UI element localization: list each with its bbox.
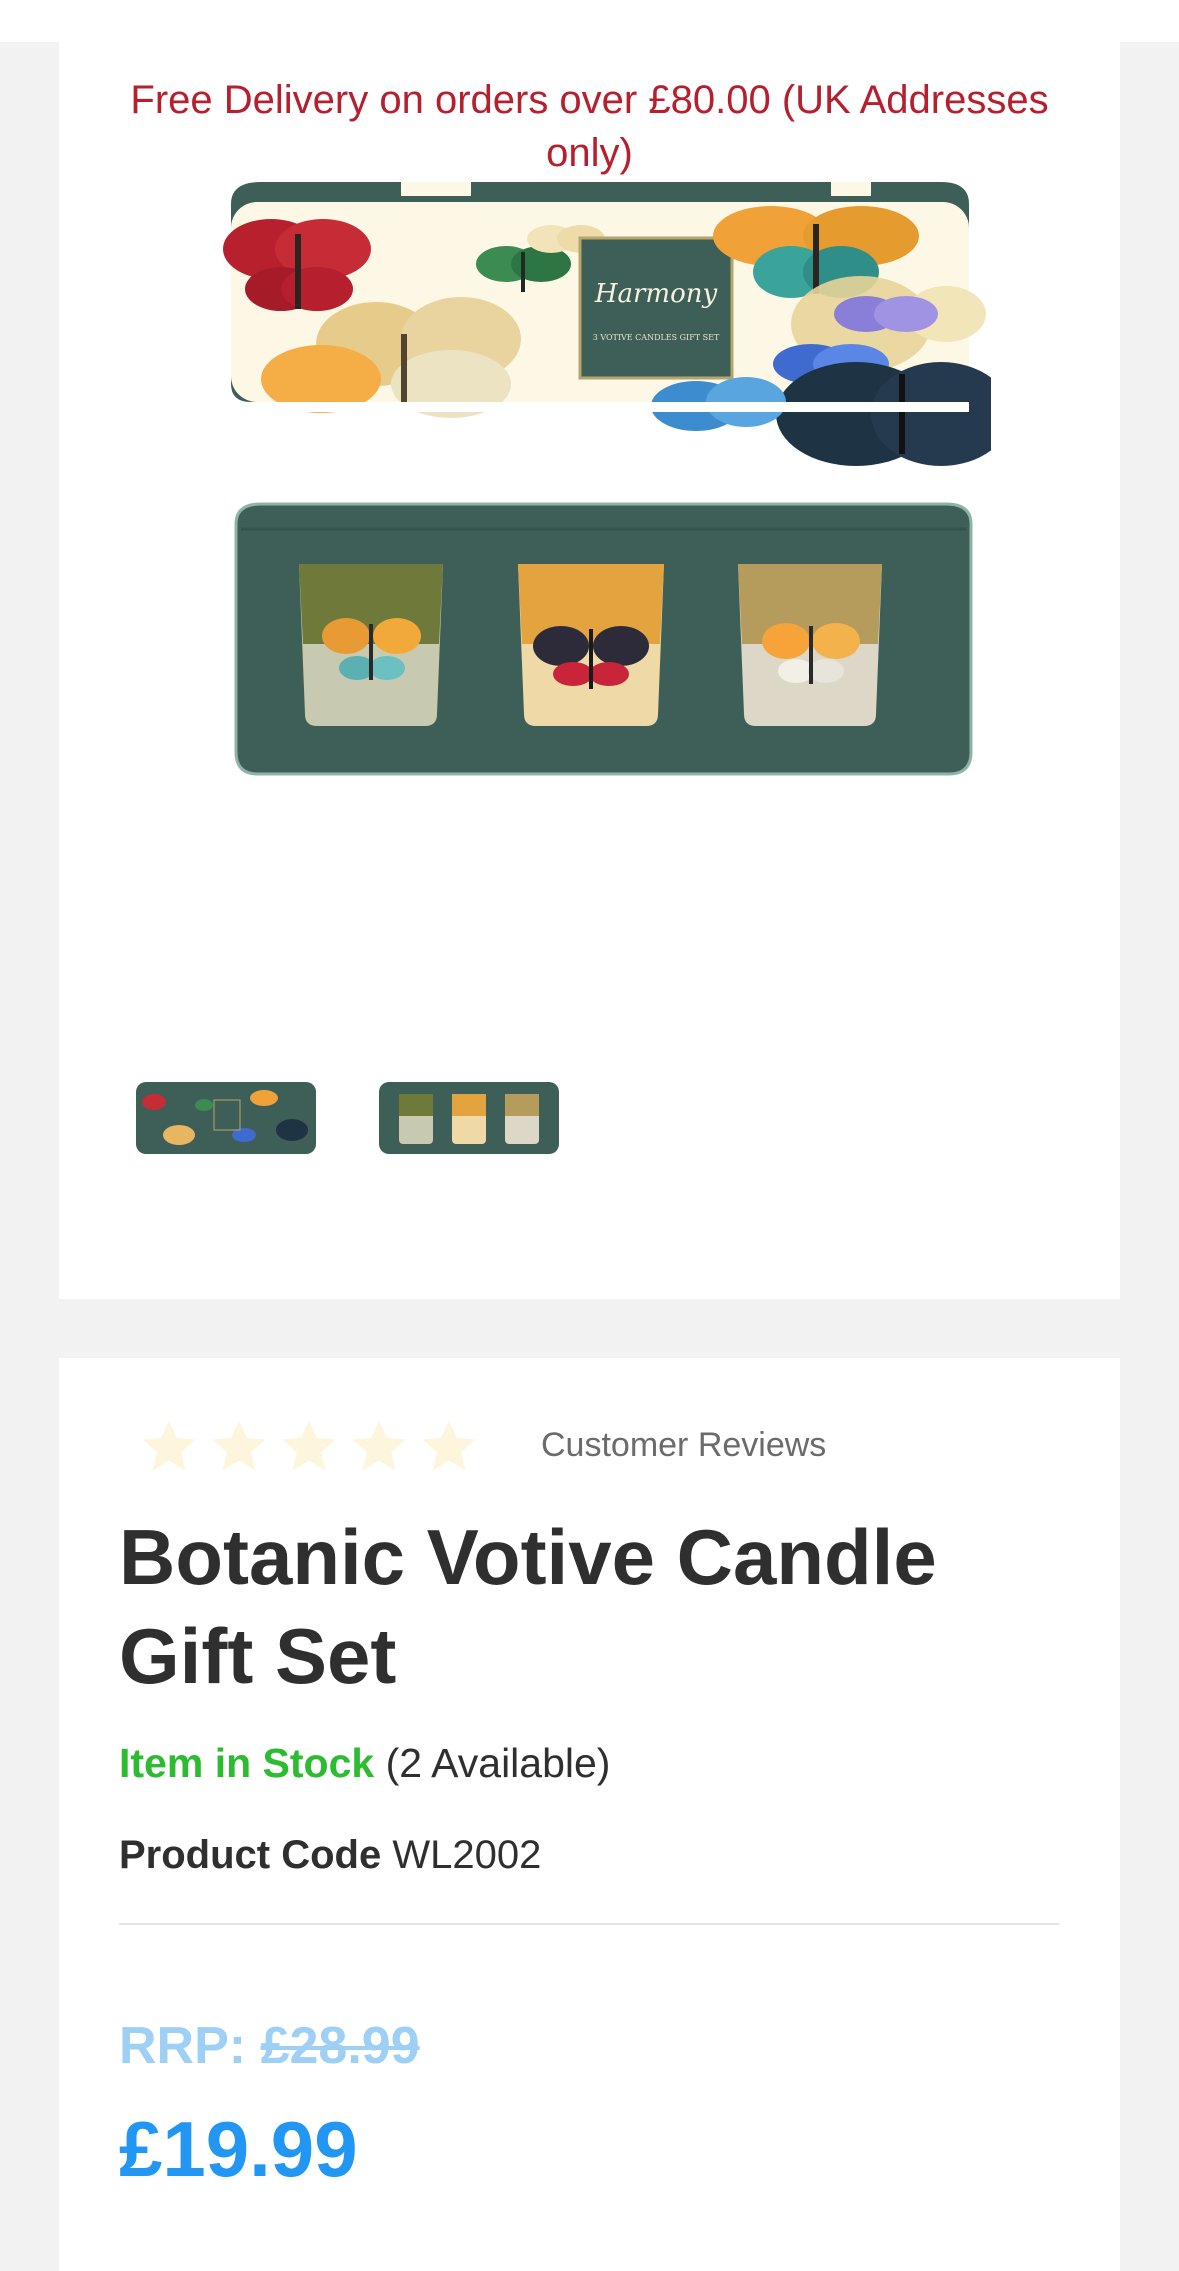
star-rating[interactable] [136, 1415, 482, 1479]
delivery-banner: Free Delivery on orders over £80.00 (UK … [130, 78, 1049, 175]
product-code: Product Code WL2002 [119, 1833, 541, 1878]
rrp-value: £28.99 [260, 2017, 420, 2075]
product-info: Customer Reviews Botanic Votive Candle G… [59, 1358, 1120, 2271]
rrp-label: RRP: [119, 2017, 247, 2075]
main-product-image[interactable]: Harmony 3 VOTIVE CANDLES GIFT SET [211, 174, 1011, 904]
star-icon [282, 1420, 336, 1471]
rrp-price: RRP: £28.99 [119, 2016, 420, 2076]
sale-price: £19.99 [119, 2105, 358, 2193]
lid-title: Harmony [594, 279, 718, 309]
star-icon [212, 1420, 266, 1471]
customer-reviews-link[interactable]: Customer Reviews [541, 1426, 826, 1465]
product-code-value: WL2002 [392, 1833, 542, 1877]
star-icon [422, 1420, 476, 1471]
stock-available-count: (2 Available) [385, 1740, 611, 1786]
stock-status: Item in Stock (2 Available) [119, 1740, 610, 1787]
lid-subtitle: 3 VOTIVE CANDLES GIFT SET [593, 333, 720, 342]
divider [119, 1923, 1059, 1925]
star-icon [352, 1420, 406, 1471]
product-gallery: Free Delivery on orders over £80.00 (UK … [59, 42, 1120, 1299]
stock-status-label: Item in Stock [119, 1740, 375, 1786]
product-code-label: Product Code [119, 1833, 382, 1877]
thumbnail-candles[interactable] [377, 1080, 561, 1156]
top-bar [0, 0, 1179, 42]
star-icon [142, 1420, 196, 1471]
product-title: Botanic Votive Candle Gift Set [119, 1513, 937, 1700]
thumbnail-lid[interactable] [134, 1080, 318, 1156]
